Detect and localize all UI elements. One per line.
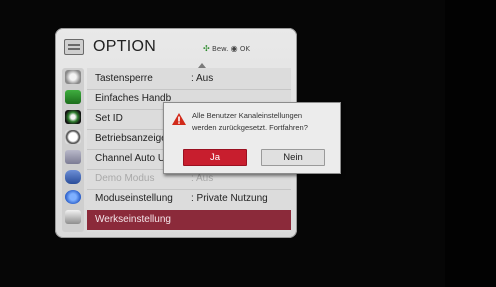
- item-value: : Private Nutzung: [191, 193, 268, 204]
- dialog-message-line2: werden zurückgesetzt. Fortfahren?: [192, 123, 308, 132]
- category-icon-column: [62, 68, 84, 232]
- hint-move-label: Bew.: [211, 45, 229, 53]
- menu-header: OPTION ✣ Bew. ◉ OK: [55, 28, 297, 68]
- option-icon[interactable]: [65, 150, 81, 164]
- lock-icon[interactable]: [65, 170, 81, 184]
- item-label: Set ID: [95, 113, 123, 124]
- list-item[interactable]: Tastensperre : Aus: [87, 70, 291, 88]
- input-icon[interactable]: [65, 210, 81, 224]
- ok-circle-icon: ◉: [230, 44, 238, 53]
- dpad-icon: ✣: [203, 44, 210, 53]
- clock-icon[interactable]: [65, 130, 81, 144]
- item-label: Einfaches Handb: [95, 93, 172, 104]
- yes-button[interactable]: Ja: [183, 149, 247, 166]
- item-value: : Aus: [191, 73, 214, 84]
- item-label: Betriebsanzeige: [95, 133, 167, 144]
- bluetooth-icon[interactable]: [65, 190, 81, 204]
- no-button[interactable]: Nein: [261, 149, 325, 166]
- warning-icon: [172, 113, 186, 125]
- list-item-selected[interactable]: Werkseinstellung: [87, 210, 291, 230]
- screen-icon[interactable]: [65, 90, 81, 104]
- hint-ok-label: OK: [239, 45, 250, 53]
- navigation-hint: ✣ Bew. ◉ OK: [203, 44, 250, 53]
- screen-edge: [445, 0, 496, 287]
- reset-confirm-dialog: Alle Benutzer Kanaleinstellungen werden …: [163, 102, 341, 174]
- item-label: Werkseinstellung: [95, 214, 171, 225]
- picture-icon[interactable]: [65, 70, 81, 84]
- list-item[interactable]: Moduseinstellung : Private Nutzung: [87, 190, 291, 208]
- item-label: Tastensperre: [95, 73, 153, 84]
- dialog-message: Alle Benutzer Kanaleinstellungen werden …: [192, 110, 308, 134]
- menu-title: OPTION: [93, 38, 157, 55]
- item-label: Demo Modus: [95, 173, 155, 184]
- item-value: : Aus: [191, 173, 214, 184]
- item-label: Channel Auto U: [95, 153, 166, 164]
- setup-icon[interactable]: [65, 110, 81, 124]
- item-label: Moduseinstellung: [95, 193, 173, 204]
- option-menu-icon: [64, 39, 84, 55]
- dialog-message-line1: Alle Benutzer Kanaleinstellungen: [192, 111, 303, 120]
